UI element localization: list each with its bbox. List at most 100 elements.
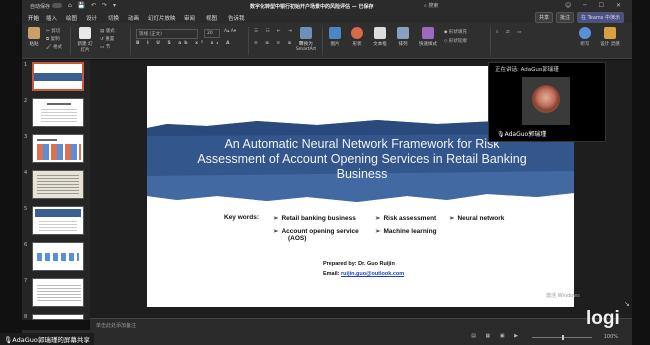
view-buttons[interactable]: ▤ ▦ ▣ ▶: [471, 333, 522, 339]
separator: [490, 27, 491, 55]
separator: [130, 27, 131, 55]
separator: [70, 27, 71, 55]
slide-thumbnail-panel: 1 2 3 4 5 6 7 8: [22, 60, 90, 320]
share-button[interactable]: 共享: [534, 12, 553, 23]
email-line: Email: ruijin.guo@outlook.com: [323, 271, 405, 277]
clipboard-icon: [28, 27, 40, 39]
tab-slideshow[interactable]: 幻灯片放映: [148, 14, 176, 22]
arrange-icon: [397, 27, 409, 39]
picture-button[interactable]: 图片: [328, 27, 342, 47]
keyword-item: ➢ Account opening service: [273, 228, 359, 235]
separator: [322, 27, 323, 55]
paste-button[interactable]: 粘贴: [26, 27, 42, 47]
slide-thumbnail-3[interactable]: [32, 134, 84, 163]
microphone-icon: 🎙: [497, 131, 505, 138]
new-slide-button[interactable]: 新建 幻灯片: [76, 27, 94, 53]
layout-button[interactable]: ▤ 版式: [100, 28, 115, 34]
keyword-item: ➢ Retail banking business: [273, 215, 356, 222]
collapse-arrow-icon[interactable]: ↘: [624, 300, 630, 308]
arrow-bullet-icon: ➢: [449, 215, 455, 222]
email-link[interactable]: ruijin.guo@outlook.com: [341, 271, 404, 277]
ribbon-tabs: 开始 插入 绘图 设计 切换 动画 幻灯片放映 审阅 视图 告诉我 共享 批注 …: [22, 11, 632, 24]
quick-access-icons[interactable]: ⌂ 💾 ↶ ↷ ▾: [68, 2, 118, 9]
slide-thumbnail-7[interactable]: [32, 278, 84, 307]
slide-number: 8: [24, 314, 28, 320]
speaker-video-tile[interactable]: 正在讲话: AdaGuo郭瑞瑾 🎙AdaGuo郭瑞瑾: [488, 62, 606, 142]
title-bar: 自动保存 ⌂ 💾 ↶ ↷ ▾ 数字化转型中银行初始开户场景中的风险评估 — 已保…: [22, 0, 632, 11]
shapes-icon: [351, 27, 363, 39]
ribbon: 粘贴 ✂ 剪切 ⧉ 复制 🖌 格式 新建 幻灯片 ▤ 版式 ↺ 重置 ▭ 节 等…: [22, 23, 632, 59]
slide-thumbnail-4[interactable]: [32, 170, 84, 199]
present-in-teams-button[interactable]: 在 Teams 中演示: [577, 12, 624, 23]
participant-name: 🎙AdaGuo郭瑞瑾: [495, 129, 549, 138]
slide-thumbnail-8[interactable]: [32, 314, 84, 320]
new-slide-icon: [79, 27, 91, 39]
textbox-icon: [374, 27, 386, 39]
keywords-label: Key words:: [224, 214, 260, 221]
textbox-button[interactable]: 文本框: [372, 27, 388, 47]
keyword-item-sub: (AOS): [288, 235, 307, 242]
tab-design[interactable]: 设计: [86, 14, 97, 22]
keyword-item: ➢ Neural network: [449, 215, 505, 222]
dictate-button[interactable]: 听写: [578, 27, 592, 47]
arrow-bullet-icon: ➢: [375, 228, 381, 235]
reset-button[interactable]: ↺ 重置: [100, 36, 114, 42]
find-replace-buttons[interactable]: ⌕ ⇄ ▭: [496, 29, 524, 35]
camera-feed: [522, 77, 570, 125]
cut-button[interactable]: ✂ 剪切: [46, 28, 60, 34]
keyword-item: ➢ Machine learning: [375, 228, 437, 235]
avatar: [532, 85, 560, 113]
prepared-by: Prepared by: Dr. Guo Ruijin: [323, 261, 395, 267]
tab-draw[interactable]: 绘图: [66, 14, 77, 22]
tab-view[interactable]: 视图: [206, 14, 217, 22]
font-name-select[interactable]: 等线 (正文): [136, 29, 198, 39]
zoom-slider[interactable]: [532, 335, 592, 340]
slide-number: 5: [24, 206, 28, 212]
autosave-toggle[interactable]: [52, 3, 62, 8]
document-title: 数字化转型中银行初始开户场景中的风险评估 — 已保存: [250, 4, 374, 10]
designer-button[interactable]: 设计 灵感: [600, 27, 620, 47]
activation-watermark: 激活 Windows: [546, 293, 580, 299]
tab-review[interactable]: 审阅: [184, 14, 195, 22]
quick-styles-icon: [422, 27, 434, 39]
shape-outline-button[interactable]: ◇ 形状轮廓: [444, 38, 467, 44]
notes-pane[interactable]: 单击此处添加备注: [90, 318, 632, 330]
arrow-bullet-icon: ➢: [273, 215, 279, 222]
arrange-button[interactable]: 排列: [396, 27, 410, 47]
picture-icon: [329, 27, 341, 39]
arrow-bullet-icon: ➢: [273, 228, 279, 235]
tab-transitions[interactable]: 切换: [108, 14, 119, 22]
screen-share-bar: 🎙AdaGuo郭瑞瑾的屏幕共享: [0, 333, 94, 345]
designer-icon: [604, 27, 616, 39]
section-button[interactable]: ▭ 节: [100, 44, 110, 50]
slide-title: An Automatic Neural Network Framework fo…: [197, 137, 527, 181]
format-painter-button[interactable]: 🖌 格式: [46, 44, 62, 50]
tab-animations[interactable]: 动画: [128, 14, 139, 22]
search-box[interactable]: ⌕ 搜索: [424, 2, 438, 9]
slide-number: 6: [24, 242, 28, 248]
copy-button[interactable]: ⧉ 复制: [46, 36, 60, 42]
shapes-button[interactable]: 形状: [350, 27, 364, 47]
slide-thumbnail-5[interactable]: [32, 206, 84, 235]
window-controls[interactable]: ☺ ─ ☐ ✕: [565, 2, 626, 9]
speaking-indicator: 正在讲话: AdaGuo郭瑞瑾: [495, 67, 559, 73]
tab-right-buttons: 共享 批注 在 Teams 中演示: [534, 12, 624, 23]
shape-fill-button[interactable]: ◆ 形状填充: [444, 29, 467, 35]
slide-thumbnail-2[interactable]: [32, 98, 84, 127]
convert-smartart-button[interactable]: 转换为 SmartArt: [294, 27, 318, 52]
comment-button[interactable]: 批注: [555, 12, 574, 23]
slide-number: 1: [24, 62, 28, 68]
font-format-buttons[interactable]: B I U S ab x² x₂ A: [136, 41, 232, 46]
tab-tell-me[interactable]: 告诉我: [228, 14, 245, 22]
tab-insert[interactable]: 插入: [46, 14, 57, 22]
slide-thumbnail-1[interactable]: [32, 62, 84, 91]
status-bar: ▤ ▦ ▣ ▶ 100%: [22, 330, 632, 345]
quick-styles-button[interactable]: 快速样式: [418, 27, 438, 47]
font-size-select[interactable]: 20: [204, 29, 220, 38]
slide-number: 2: [24, 98, 28, 104]
slide-number: 4: [24, 170, 28, 176]
zoom-level[interactable]: 100%: [604, 334, 618, 340]
slide-thumbnail-6[interactable]: [32, 242, 84, 271]
slide-number: 3: [24, 134, 28, 140]
font-grow-shrink[interactable]: A▴ A▾: [224, 29, 236, 34]
